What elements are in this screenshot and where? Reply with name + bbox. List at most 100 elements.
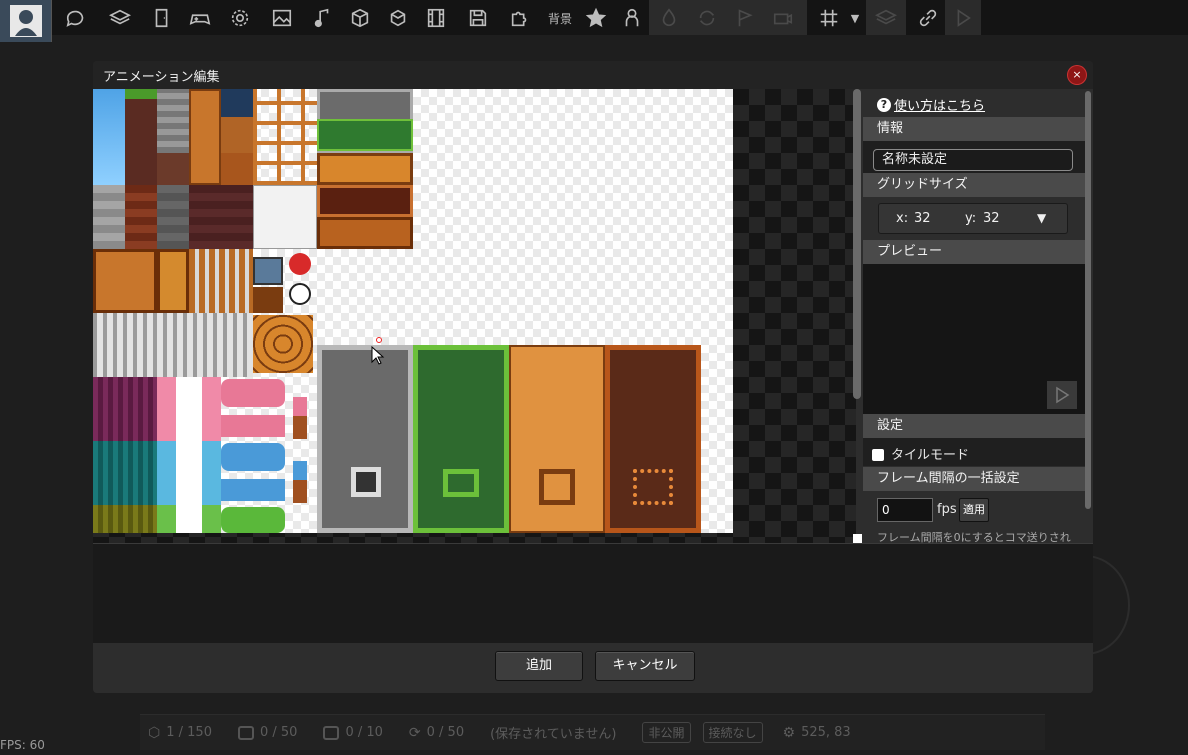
music-icon[interactable] bbox=[308, 4, 336, 32]
poster-tile bbox=[253, 185, 317, 249]
lava-block-inner-tile bbox=[633, 469, 673, 505]
grid-size-section-body: x: 32 y: 32 ▼ bbox=[863, 197, 1085, 241]
dialog-footer: 追加 キャンセル bbox=[93, 643, 1093, 693]
layers-icon[interactable] bbox=[106, 4, 134, 32]
sky-tile bbox=[93, 89, 125, 185]
save-state-text: (保存されていません) bbox=[490, 727, 617, 742]
image-icon[interactable] bbox=[268, 4, 296, 32]
maroon-brick-tile bbox=[189, 185, 253, 249]
save-icon[interactable] bbox=[464, 4, 492, 32]
stone-tile bbox=[157, 89, 189, 153]
grid-size-select[interactable]: x: 32 y: 32 ▼ bbox=[878, 203, 1068, 234]
status-visibility[interactable]: 非公開 bbox=[642, 722, 691, 743]
wood-block-inner-tile bbox=[539, 469, 575, 505]
settings-section-body: タイルモード bbox=[863, 438, 1085, 466]
grid-dropdown-arrow-icon[interactable]: ▼ bbox=[845, 4, 865, 32]
person-icon[interactable] bbox=[618, 4, 646, 32]
grid-y-label: y: bbox=[965, 211, 977, 226]
puzzle-icon[interactable] bbox=[506, 4, 534, 32]
cursor-marker bbox=[376, 337, 382, 343]
app-logo-icon[interactable] bbox=[0, 0, 52, 42]
fps-unit-label: fps bbox=[937, 502, 957, 517]
red-brick-tile bbox=[125, 185, 157, 249]
help-link[interactable]: ? 使い方はこちら bbox=[877, 95, 985, 114]
gate-door-tile bbox=[189, 249, 253, 313]
grass-block-inner-tile bbox=[443, 469, 479, 497]
cube-icon[interactable] bbox=[346, 4, 374, 32]
disabled-refresh-icon bbox=[693, 4, 721, 32]
top-toolbar: 背景 ▼ bbox=[0, 0, 1188, 42]
door-icon[interactable] bbox=[148, 4, 176, 32]
frame-interval-hint: フレーム間隔を0にするとコマ送りされ bbox=[877, 531, 1071, 543]
blue-sofa-tile bbox=[221, 443, 285, 471]
gamepad-icon[interactable] bbox=[186, 4, 214, 32]
disabled-camera-icon bbox=[769, 4, 797, 32]
moon-door-tile bbox=[157, 249, 189, 313]
tile-mode-checkbox[interactable] bbox=[872, 449, 884, 461]
disabled-play-group bbox=[945, 0, 981, 35]
help-icon: ? bbox=[877, 97, 891, 112]
animation-name-input[interactable]: 名称未設定 bbox=[873, 149, 1073, 171]
pink-bed-tile bbox=[221, 415, 285, 437]
connection-badge[interactable]: 接続なし bbox=[702, 722, 763, 743]
chat-icon[interactable] bbox=[62, 4, 90, 32]
pink-sofa-tile bbox=[221, 379, 285, 407]
link-icon[interactable] bbox=[914, 4, 942, 32]
cube-status-icon: ⬡ bbox=[148, 724, 161, 741]
blue-lamp-tile bbox=[293, 461, 307, 503]
status-images-count: 0 / 10 bbox=[345, 725, 383, 740]
status-objects: ⬡ 1 / 150 bbox=[148, 725, 212, 741]
info-section-body: 名称未設定 bbox=[863, 141, 1085, 175]
status-frames: 0 / 50 bbox=[237, 725, 297, 740]
box-icon[interactable] bbox=[384, 4, 412, 32]
help-link-text[interactable]: 使い方はこちら bbox=[894, 95, 985, 114]
wood-gate-tile bbox=[317, 217, 413, 249]
disabled-tools-group bbox=[649, 0, 807, 35]
visibility-badge[interactable]: 非公開 bbox=[642, 722, 691, 743]
status-coords: ⚙ 525, 83 bbox=[783, 725, 851, 741]
cancel-button[interactable]: キャンセル bbox=[595, 651, 695, 681]
grass-top-tile bbox=[125, 89, 157, 99]
disabled-play-icon bbox=[949, 4, 977, 32]
dialog-title: アニメーション編集 bbox=[103, 70, 220, 85]
sheet-vertical-scrollbar[interactable] bbox=[853, 89, 861, 399]
status-animations: ⟳ 0 / 50 bbox=[409, 725, 464, 741]
status-save-state: (保存されていません) bbox=[490, 723, 616, 742]
fps-input[interactable]: 0 bbox=[877, 498, 933, 522]
close-button[interactable]: × bbox=[1068, 66, 1086, 84]
status-animations-count: 0 / 50 bbox=[426, 725, 465, 740]
gear-icon[interactable] bbox=[226, 4, 254, 32]
squid-tile bbox=[289, 283, 311, 305]
apply-button[interactable]: 適用 bbox=[959, 498, 989, 522]
preview-area bbox=[863, 264, 1085, 415]
background-button[interactable]: 背景 bbox=[544, 4, 576, 32]
pointer-status-icon: ⚙ bbox=[782, 724, 796, 741]
disabled-layer-group bbox=[866, 0, 906, 35]
add-button[interactable]: 追加 bbox=[495, 651, 583, 681]
sheet-scroll-corner bbox=[853, 534, 862, 543]
frame-interval-section-body: 0 fps 適用 フレーム間隔を0にするとコマ送りされ bbox=[863, 491, 1085, 543]
sprite-sheet-canvas[interactable] bbox=[93, 89, 856, 543]
desk-tile bbox=[253, 287, 283, 313]
disabled-fire-icon bbox=[655, 4, 683, 32]
grid-y-value: 32 bbox=[983, 211, 1000, 226]
frame-timeline[interactable] bbox=[93, 543, 1093, 643]
grid-x-label: x: bbox=[896, 211, 909, 226]
status-images: 0 / 10 bbox=[323, 725, 383, 740]
status-connection[interactable]: 接続なし bbox=[702, 722, 763, 743]
disabled-stack-icon bbox=[872, 4, 900, 32]
chevron-down-icon: ▼ bbox=[1037, 211, 1047, 225]
purple-wall-tile bbox=[93, 377, 157, 441]
status-objects-count: 1 / 150 bbox=[166, 725, 212, 740]
preview-play-button[interactable] bbox=[1047, 381, 1077, 409]
grid-icon[interactable] bbox=[815, 4, 843, 32]
wood-door-tile bbox=[93, 249, 157, 313]
ladder-tile bbox=[253, 89, 317, 185]
film-icon[interactable] bbox=[422, 4, 450, 32]
coords-text: 525, 83 bbox=[801, 725, 851, 740]
star-icon[interactable] bbox=[582, 4, 610, 32]
crate-tile bbox=[189, 89, 221, 185]
panel-scrollbar[interactable] bbox=[1085, 91, 1091, 509]
dark-stone-tile bbox=[157, 185, 189, 249]
lava-rock-tile bbox=[317, 185, 413, 217]
